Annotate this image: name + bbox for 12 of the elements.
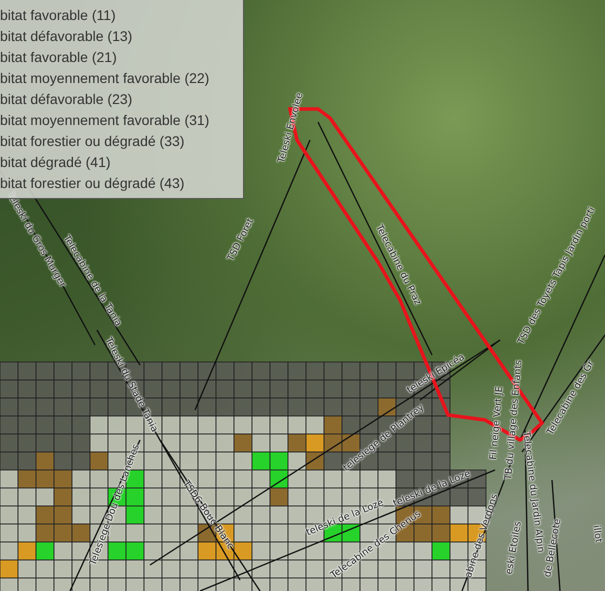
legend-item: bitat dégradé (41) [0, 153, 112, 172]
lift-label: Fil neige Vert JE [489, 386, 505, 460]
legend-item: bitat défavorable (13) [0, 27, 134, 46]
lift-label: eski Etoiles [504, 520, 524, 576]
legend-item: bitat favorable (11) [0, 6, 117, 25]
legend-item: bitat favorable (21) [0, 48, 118, 67]
lift-label: illot [591, 524, 603, 544]
legend-item: bitat moyennement favorable (31) [0, 111, 210, 130]
legend-item: bitat défavorable (23) [0, 90, 134, 109]
legend-item: bitat moyennement favorable (22) [0, 69, 210, 88]
lift-label: de Bellecote [543, 518, 563, 578]
legend-item: bitat forestier ou dégradé (33) [0, 132, 186, 151]
